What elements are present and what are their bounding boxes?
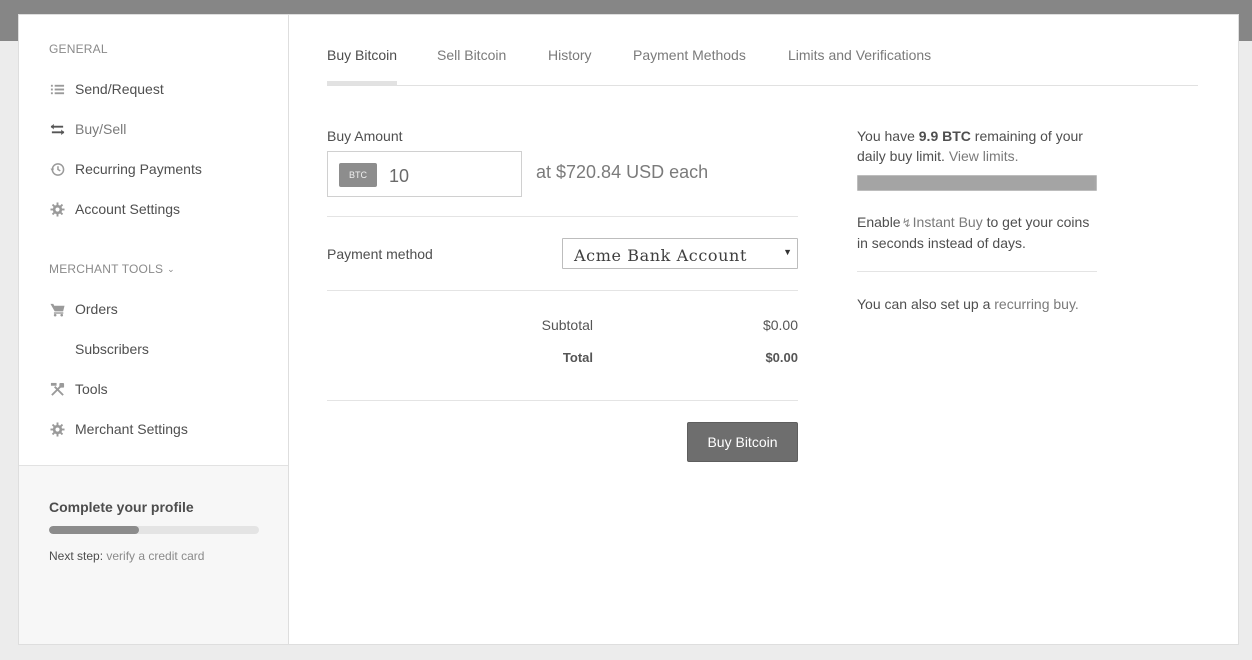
profile-progress-fill	[49, 526, 140, 534]
sidebar-item-subscribers[interactable]: Subscribers	[49, 338, 149, 360]
divider	[327, 290, 798, 291]
exchange-icon	[49, 121, 65, 137]
buy-amount-input[interactable]: BTC 10	[327, 151, 522, 197]
limit-amount: 9.9 BTC	[918, 128, 971, 144]
buy-limit-bar	[857, 175, 1097, 191]
main-card: GENERAL Send/Request Buy/Sell Recurring …	[18, 14, 1239, 645]
profile-completion-box: Complete your profile Next step: verify …	[19, 465, 288, 644]
sidebar-item-merchant-settings[interactable]: Merchant Settings	[49, 418, 188, 440]
cart-icon	[49, 301, 65, 317]
buy-bitcoin-button[interactable]: Buy Bitcoin	[687, 422, 798, 462]
sidebar-item-label: Recurring Payments	[75, 161, 202, 177]
total-value: $0.00	[765, 350, 798, 365]
instant-prefix: Enable	[857, 214, 901, 230]
sidebar-item-orders[interactable]: Orders	[49, 298, 118, 320]
tab-limits-verifications[interactable]: Limits and Verifications	[788, 47, 931, 63]
chevron-down-icon: ⌄	[167, 264, 175, 274]
recurring-buy-link[interactable]: recurring buy.	[994, 296, 1079, 312]
recurring-buy-info: You can also set up a recurring buy.	[857, 294, 1102, 314]
sidebar-item-buy-sell[interactable]: Buy/Sell	[49, 118, 126, 140]
lightning-icon: ↯	[901, 216, 912, 230]
recurring-prefix: You can also set up a	[857, 296, 991, 312]
buy-amount-label: Buy Amount	[327, 128, 403, 144]
selected-payment-method: Acme Bank Account	[574, 246, 747, 265]
next-step-link: verify a credit card	[106, 549, 205, 563]
divider	[857, 271, 1097, 272]
dropdown-arrow-icon: ▼	[783, 247, 792, 257]
payment-method-label: Payment method	[327, 246, 433, 262]
instant-buy-info: Enable↯Instant Buy to get your coins in …	[857, 212, 1102, 253]
next-step-label: Next step:	[49, 549, 104, 563]
active-tab-indicator	[327, 81, 397, 85]
section-title-merchant-tools[interactable]: MERCHANT TOOLS ⌄	[49, 262, 175, 276]
payment-method-select[interactable]: Acme Bank Account ▼	[562, 238, 798, 269]
subtotal-label: Subtotal	[541, 317, 593, 333]
limit-prefix: You have	[857, 128, 915, 144]
list-icon	[49, 81, 65, 97]
sidebar-item-tools[interactable]: Tools	[49, 378, 108, 400]
exchange-rate: at $720.84 USD each	[536, 162, 709, 182]
section-title-label: MERCHANT TOOLS	[49, 262, 164, 276]
sidebar-item-label: Orders	[75, 301, 118, 317]
sidebar-item-label: Tools	[75, 381, 108, 397]
divider	[327, 400, 798, 401]
sidebar-item-account-settings[interactable]: Account Settings	[49, 198, 180, 220]
gear-icon	[49, 201, 65, 217]
next-step-text[interactable]: Next step: verify a credit card	[49, 549, 204, 563]
tools-icon	[49, 381, 65, 397]
instant-buy-link[interactable]: Instant Buy	[913, 214, 983, 230]
sidebar-item-label: Merchant Settings	[75, 421, 188, 437]
buy-limit-info: You have 9.9 BTC remaining of your daily…	[857, 126, 1102, 166]
tab-payment-methods[interactable]: Payment Methods	[633, 47, 746, 63]
currency-badge: BTC	[339, 163, 377, 187]
amount-value: 10	[389, 166, 410, 186]
sidebar-item-label: Account Settings	[75, 201, 181, 217]
profile-title: Complete your profile	[49, 499, 194, 515]
sidebar-item-label: Subscribers	[75, 341, 149, 357]
section-title-general: GENERAL	[49, 42, 108, 56]
sidebar-item-label: Send/Request	[75, 81, 164, 97]
sidebar-item-label: Buy/Sell	[75, 121, 127, 137]
sidebar: GENERAL Send/Request Buy/Sell Recurring …	[19, 15, 289, 644]
tab-sell-bitcoin[interactable]: Sell Bitcoin	[437, 47, 506, 63]
subtotal-value: $0.00	[762, 317, 798, 333]
tab-bar: Buy Bitcoin Sell Bitcoin History Payment…	[327, 15, 1198, 86]
buy-limit-fill	[858, 176, 1094, 190]
sidebar-item-send-request[interactable]: Send/Request	[49, 78, 164, 100]
view-limits-link[interactable]: View limits.	[949, 148, 1019, 164]
tab-history[interactable]: History	[548, 47, 592, 63]
total-label: Total	[562, 350, 593, 365]
profile-progress-bar	[49, 526, 259, 534]
sidebar-item-recurring-payments[interactable]: Recurring Payments	[49, 158, 202, 180]
history-icon	[49, 161, 65, 177]
tab-buy-bitcoin[interactable]: Buy Bitcoin	[327, 47, 397, 63]
gear-icon	[49, 421, 65, 437]
divider	[327, 216, 798, 217]
